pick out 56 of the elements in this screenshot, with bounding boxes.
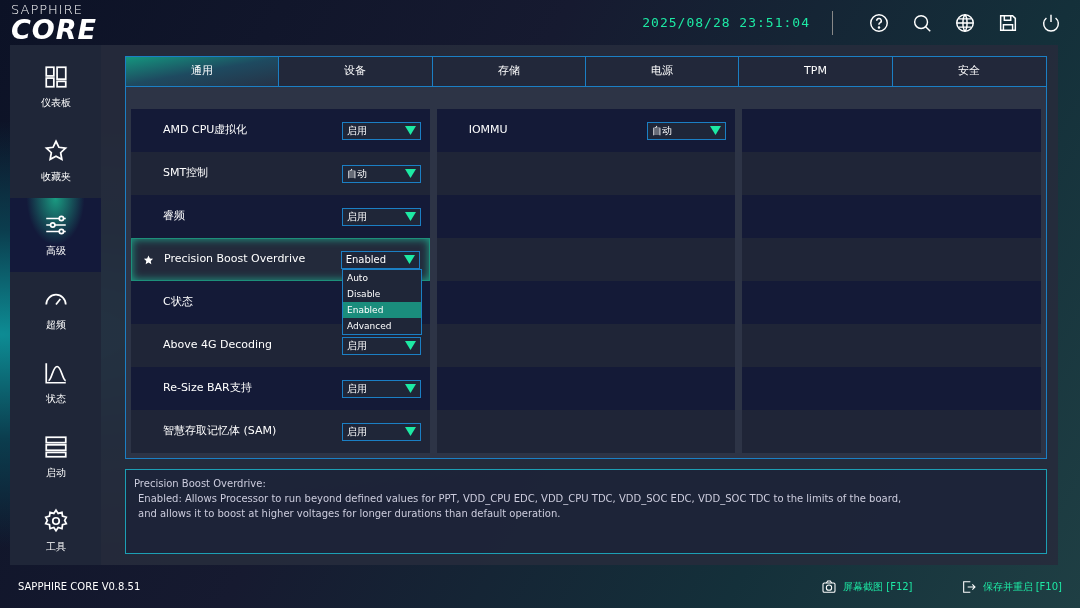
exit-icon [960,578,977,595]
logo: CORE [11,15,97,43]
dropdown-option[interactable]: Advanced [343,318,421,334]
chart-icon [42,360,69,386]
setting-label: 睿频 [163,208,185,225]
description-text: Enabled: Allows Processor to run beyond defined values for PPT, VDD_CPU EDC, VDD_CPU TDC, VDD_SOC EDC, VDD_SOC TDC to the limits of the board, [137,492,903,506]
dropdown-option[interactable]: Disable [343,286,421,302]
select-field[interactable]: Enabled [340,250,420,269]
star-icon[interactable] [143,254,154,265]
date-time: 2025/08/28 23:51:04 [642,13,810,32]
caret-icon [404,169,416,178]
setting-label: Above 4G Decoding [163,337,273,354]
globe-icon[interactable] [954,11,976,34]
select-field[interactable]: 启用 [341,379,421,398]
select-field[interactable]: 自动 [341,164,421,183]
sidebar-item[interactable]: 仪表板 [10,50,101,124]
sidebar-item[interactable]: 启动 [10,420,101,494]
select-field[interactable]: 启用 [341,336,421,355]
caret-icon [404,384,416,393]
grid-icon [42,64,69,90]
caret-icon [404,341,416,350]
setting-label: AMD CPU虚拟化 [163,122,248,139]
description-text: and allows it to boost at higher voltages for longer durations than default operation. [137,507,562,521]
setting-label: C状态 [163,294,193,311]
setting-label: SMT控制 [163,165,209,182]
sidebar-item[interactable]: 超频 [10,272,101,346]
description-title: Precision Boost Overdrive: [134,477,267,491]
footer-button[interactable]: 屏幕截图 [F12] [821,578,913,595]
logo-text: SAPPHIRE [11,2,84,16]
server-icon [42,434,69,460]
dropdown-option[interactable]: Auto [343,270,421,286]
help-icon[interactable] [868,11,890,34]
select-field[interactable]: 自动 [647,121,727,140]
sidebar-item[interactable]: 高级 [10,198,101,272]
tab[interactable]: 通用 [126,57,280,86]
version-label: SAPPHIRE CORE V0.8.51 [18,580,141,594]
sidebar-item[interactable]: 收藏夹 [10,124,101,198]
select-field[interactable]: 启用 [341,121,421,140]
caret-icon [710,126,722,135]
dropdown-option[interactable]: Enabled [343,302,421,318]
select-field[interactable]: 启用 [341,207,421,226]
settings-icon [42,508,69,534]
footer-button[interactable]: 保存并重启 [F10] [960,578,1062,595]
setting-label: IOMMU [468,122,508,139]
sidebar-item[interactable]: 工具 [10,494,101,568]
setting-label: 智慧存取记忆体 (SAM) [163,423,277,440]
sidebar-item[interactable]: 状态 [10,346,101,420]
setting-label: Re-Size BAR支持 [163,380,252,397]
caret-icon [404,212,416,221]
caret-icon [403,255,415,264]
select-field[interactable]: 启用 [341,422,421,441]
star-icon [42,138,69,164]
setting-label: Precision Boost Overdrive [164,251,306,268]
caret-icon [404,126,416,135]
caret-icon [404,427,416,436]
camera-icon [821,578,838,595]
